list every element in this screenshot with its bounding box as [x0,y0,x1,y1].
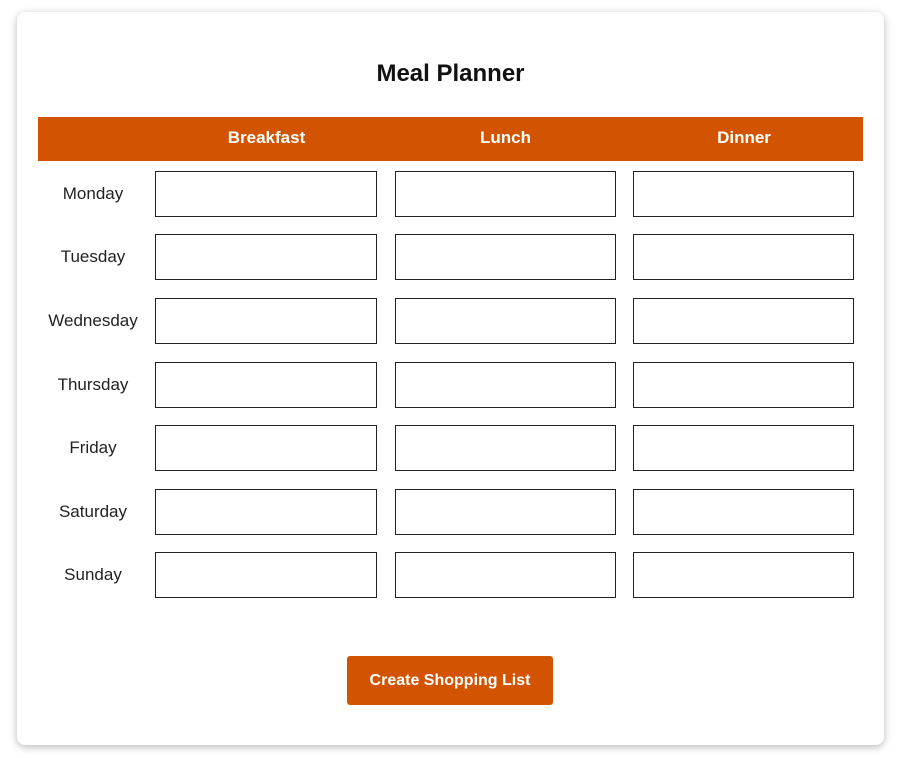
sunday-breakfast-input[interactable] [155,552,377,598]
day-label-tuesday: Tuesday [60,247,126,266]
wednesday-breakfast-input[interactable] [155,298,377,344]
friday-breakfast-input[interactable] [155,425,377,471]
day-label-friday: Friday [69,438,117,457]
wednesday-lunch-input[interactable] [395,298,616,344]
day-label-sunday: Sunday [64,565,122,584]
friday-dinner-input[interactable] [633,425,854,471]
friday-lunch-input[interactable] [395,425,616,471]
day-label-thursday: Thursday [57,375,129,394]
thursday-dinner-input[interactable] [633,362,854,408]
day-label-wednesday: Wednesday [48,311,138,330]
saturday-breakfast-input[interactable] [155,489,377,535]
wednesday-dinner-input[interactable] [633,298,854,344]
monday-breakfast-input[interactable] [155,171,377,217]
create-shopping-list-button[interactable]: Create Shopping List [347,656,553,705]
monday-lunch-input[interactable] [395,171,616,217]
thursday-breakfast-input[interactable] [155,362,377,408]
day-label-monday: Monday [62,184,124,203]
column-header-lunch: Lunch [480,128,531,147]
sunday-lunch-input[interactable] [395,552,616,598]
saturday-lunch-input[interactable] [395,489,616,535]
meal-header-row: Breakfast Lunch Dinner [38,117,863,161]
monday-dinner-input[interactable] [633,171,854,217]
saturday-dinner-input[interactable] [633,489,854,535]
tuesday-breakfast-input[interactable] [155,234,377,280]
day-label-saturday: Saturday [58,502,128,521]
page-title: Meal Planner [376,60,525,87]
thursday-lunch-input[interactable] [395,362,616,408]
tuesday-lunch-input[interactable] [395,234,616,280]
column-header-dinner: Dinner [717,128,771,147]
meal-planner-card: Meal Planner Breakfast Lunch Dinner Mond… [17,12,884,745]
tuesday-dinner-input[interactable] [633,234,854,280]
column-header-breakfast: Breakfast [227,128,306,147]
sunday-dinner-input[interactable] [633,552,854,598]
